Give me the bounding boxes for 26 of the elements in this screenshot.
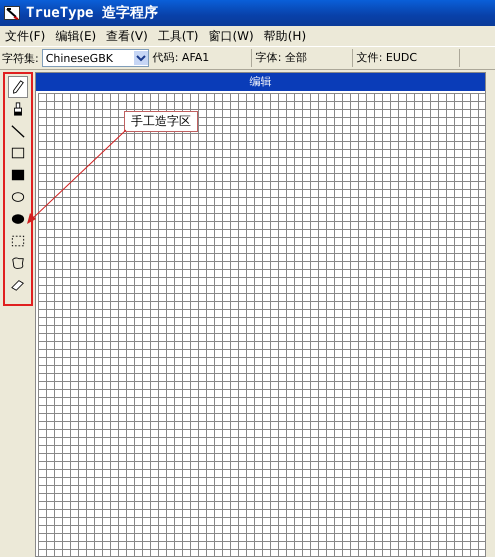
dashed-rectangle-icon <box>11 234 25 248</box>
font-status: 字体: 全部 <box>252 49 353 67</box>
window-title: TrueType 造字程序 <box>26 4 158 22</box>
freeform-shape-icon <box>11 256 25 270</box>
menu-item[interactable]: 帮助(H) <box>264 28 306 44</box>
pencil-icon <box>11 80 25 94</box>
callout-label: 手工造字区 <box>124 111 198 132</box>
app-icon <box>4 5 20 21</box>
brush-icon <box>11 102 25 116</box>
menu-item[interactable]: 文件(F) <box>5 28 46 44</box>
panel-title: 编辑 <box>36 73 485 91</box>
ellipse-icon <box>11 190 25 204</box>
menu-item[interactable]: 窗口(W) <box>208 28 254 44</box>
charset-dropdown[interactable]: ChineseGBK <box>42 49 149 67</box>
filled-ellipse-icon <box>11 212 25 226</box>
code-status: 代码: AFA1 <box>148 49 252 67</box>
eraser-icon <box>11 278 25 292</box>
line-icon <box>11 124 25 138</box>
menu-item[interactable]: 编辑(E) <box>55 28 96 44</box>
rectangle-icon <box>11 146 25 160</box>
tool-button[interactable] <box>8 76 28 98</box>
menu-item[interactable]: 查看(V) <box>106 28 148 44</box>
charset-label: 字符集: <box>2 50 39 66</box>
menu-item[interactable]: 工具(T) <box>158 28 198 44</box>
filled-rectangle-icon <box>11 168 25 182</box>
file-status: 文件: EUDC <box>352 49 460 67</box>
